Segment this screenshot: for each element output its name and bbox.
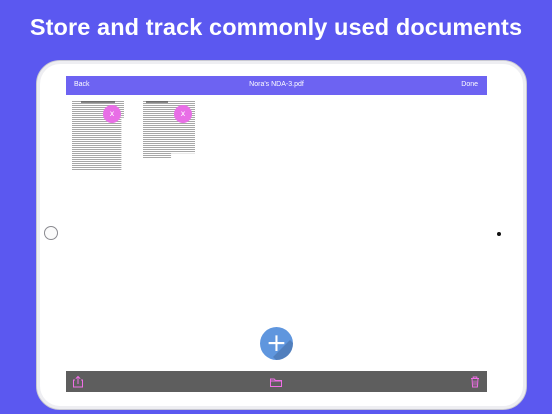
document-title: Nora's NDA-3.pdf xyxy=(249,81,304,88)
done-button[interactable]: Done xyxy=(461,81,478,88)
trash-icon[interactable] xyxy=(468,375,482,389)
share-icon[interactable] xyxy=(71,375,85,389)
bottom-toolbar xyxy=(66,371,487,392)
document-page-thumbnail[interactable]: x xyxy=(142,100,196,172)
home-button[interactable] xyxy=(44,226,58,240)
page-heading-preview xyxy=(81,101,115,103)
remove-page-button[interactable]: x xyxy=(174,105,192,123)
navigation-bar: Back Nora's NDA-3.pdf Done xyxy=(66,76,487,95)
document-page-thumbnail[interactable]: x xyxy=(71,100,125,172)
headline: Store and track commonly used documents xyxy=(29,14,523,40)
page-heading-preview xyxy=(146,101,168,103)
remove-page-button[interactable]: x xyxy=(103,105,121,123)
document-screen: Back Nora's NDA-3.pdf Done x x + xyxy=(66,76,487,392)
camera xyxy=(497,232,501,236)
folder-icon[interactable] xyxy=(269,375,283,389)
add-page-button[interactable]: + xyxy=(260,327,293,360)
plus-icon: + xyxy=(266,328,287,357)
